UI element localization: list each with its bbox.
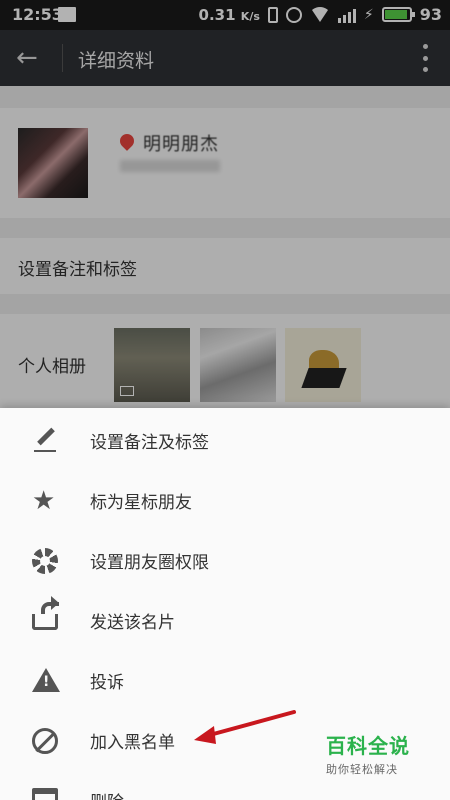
block-icon [32, 728, 58, 754]
watermark-sub: 助你轻松解决 [326, 763, 398, 776]
menu-item-send-card[interactable]: 发送该名片 [0, 590, 450, 650]
share-icon [32, 596, 59, 630]
menu-item-complain[interactable]: 投诉 [0, 650, 450, 710]
menu-item-moments-permission[interactable]: 设置朋友圈权限 [0, 530, 450, 590]
menu-item-label: 设置备注及标签 [90, 433, 209, 453]
menu-item-star-friend[interactable]: ★ 标为星标朋友 [0, 470, 450, 530]
watermark: 百科全说 助你轻松解决 [326, 730, 436, 776]
menu-item-label: 标为星标朋友 [90, 493, 192, 513]
menu-item-label: 投诉 [90, 673, 124, 693]
menu-item-label: 加入黑名单 [90, 733, 175, 753]
trash-icon [32, 788, 58, 800]
aperture-icon [32, 548, 58, 574]
annotation-arrow-icon [194, 710, 296, 744]
star-icon: ★ [32, 486, 56, 516]
menu-item-set-remark[interactable]: 设置备注及标签 [0, 410, 450, 470]
menu-item-label: 发送该名片 [90, 613, 175, 633]
warning-icon [32, 668, 60, 692]
menu-item-label: 删除 [90, 788, 124, 800]
pencil-icon [32, 428, 58, 454]
menu-item-label: 设置朋友圈权限 [90, 553, 209, 573]
watermark-main: 百科全说 [326, 734, 410, 758]
